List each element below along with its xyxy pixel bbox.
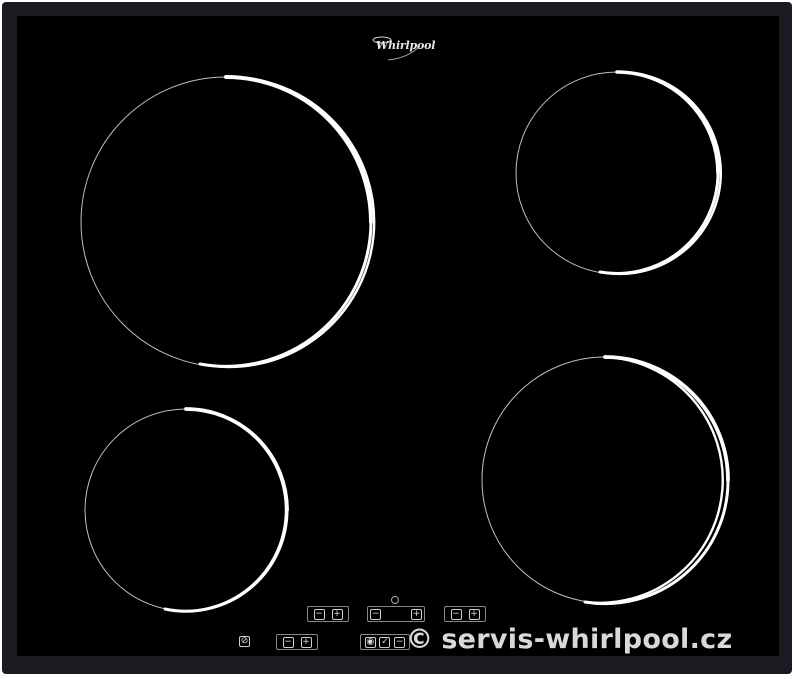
hot-surface-indicator-icon [391, 596, 399, 604]
power-button[interactable]: ◉ [364, 636, 376, 648]
rear-left-minus-button[interactable]: − [313, 608, 325, 620]
confirm-button[interactable]: ✓ [379, 636, 391, 648]
front-right-zone-controls: − + [444, 606, 486, 622]
rear-left-plus-button[interactable]: + [331, 608, 343, 620]
rear-right-plus-button[interactable]: + [411, 608, 422, 620]
watermark-text: servis-whirlpool.cz [441, 624, 733, 655]
rear-left-zone-controls: − + [307, 606, 349, 622]
front-left-zone-controls: − + [276, 634, 318, 650]
front-right-plus-button[interactable]: + [468, 608, 480, 620]
timer-button[interactable]: − [394, 636, 406, 648]
cooking-zone-front-right[interactable] [481, 355, 730, 606]
front-right-minus-button[interactable]: − [450, 608, 462, 620]
cooking-zone-rear-right[interactable] [515, 70, 722, 276]
copyright-watermark: © servis-whirlpool.cz [406, 624, 733, 655]
rear-right-minus-button[interactable]: − [370, 608, 381, 620]
front-left-minus-button[interactable]: − [282, 636, 294, 648]
main-control-group: ◉ ✓ − [360, 634, 410, 650]
whirlpool-logo: Whirlpool [368, 34, 436, 64]
copyright-icon: © [406, 624, 434, 655]
cooking-zone-front-left[interactable] [84, 407, 289, 613]
lock-button[interactable]: ⊘ [239, 636, 250, 647]
brand-name: Whirlpool [376, 39, 436, 52]
cooking-zone-rear-left[interactable] [80, 75, 376, 369]
rear-right-zone-controls: − + [367, 606, 425, 622]
front-left-plus-button[interactable]: + [300, 636, 312, 648]
cooking-zones [80, 70, 730, 613]
